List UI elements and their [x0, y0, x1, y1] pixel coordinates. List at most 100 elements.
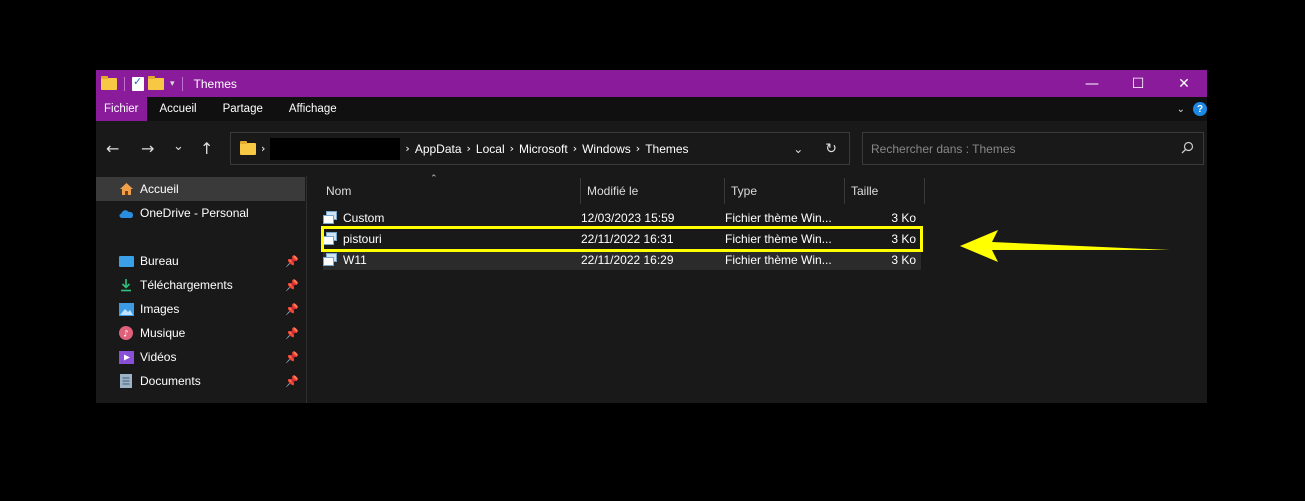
file-size: 3 Ko — [891, 252, 916, 267]
minimize-button[interactable]: — — [1069, 70, 1115, 97]
sidebar-item-label: Bureau — [140, 254, 179, 268]
refresh-icon[interactable]: ↻ — [825, 141, 837, 157]
folder-icon — [240, 140, 256, 155]
breadcrumb-windows[interactable]: Windows — [582, 142, 631, 156]
file-row-custom[interactable]: Custom 12/03/2023 15:59 Fichier thème Wi… — [323, 207, 921, 228]
expand-ribbon-icon[interactable]: ⌄ — [1177, 104, 1185, 115]
divider — [124, 76, 125, 91]
sidebar-item-videos[interactable]: Vidéos 📌 — [96, 345, 305, 369]
download-icon — [118, 278, 134, 292]
search-input[interactable] — [871, 141, 1171, 156]
sort-ascending-icon: ⌃ — [430, 174, 438, 184]
videos-icon — [118, 350, 134, 364]
pin-icon[interactable]: 📌 — [285, 279, 299, 292]
column-header-name[interactable]: Nom — [326, 176, 351, 205]
sidebar-item-documents[interactable]: Documents 📌 — [96, 369, 305, 393]
title-bar: ▾ Themes — ☐ ✕ — [96, 70, 1207, 97]
maximize-button[interactable]: ☐ — [1115, 70, 1161, 97]
ribbon-tabs: Fichier Accueil Partage Affichage ⌄ ? — [96, 97, 1207, 121]
up-button[interactable]: ↑ — [200, 139, 213, 158]
folder-icon — [101, 75, 117, 90]
navigation-bar: ← → ⌄ ↑ › › AppData › Local › Microsoft … — [96, 121, 1207, 176]
sidebar-item-label: Images — [140, 302, 180, 316]
address-dropdown-icon[interactable]: ⌄ — [793, 142, 803, 156]
tab-partage[interactable]: Partage — [210, 97, 276, 121]
breadcrumb-separator: › — [466, 142, 471, 155]
column-header-size[interactable]: Taille — [851, 176, 878, 205]
search-icon[interactable] — [1181, 141, 1194, 154]
redacted-path — [270, 137, 401, 160]
column-divider[interactable] — [580, 178, 581, 204]
breadcrumb-appdata[interactable]: AppData — [415, 142, 462, 156]
cloud-icon — [118, 206, 134, 220]
sidebar-item-label: Téléchargements — [140, 278, 233, 292]
file-name: W11 — [343, 252, 367, 267]
file-type: Fichier thème Win... — [725, 210, 832, 225]
sidebar-item-musique[interactable]: ♪ Musique 📌 — [96, 321, 305, 345]
desktop-icon — [118, 254, 134, 268]
new-folder-icon[interactable] — [148, 75, 164, 90]
help-icon[interactable]: ? — [1193, 102, 1207, 116]
file-row-w11[interactable]: W11 22/11/2022 16:29 Fichier thème Win..… — [323, 249, 921, 270]
svg-text:♪: ♪ — [123, 330, 129, 340]
pin-icon[interactable]: 📌 — [285, 303, 299, 316]
highlight-box — [321, 226, 923, 252]
pin-icon[interactable]: 📌 — [285, 255, 299, 268]
properties-icon[interactable] — [132, 75, 144, 91]
file-name-cell: W11 — [323, 249, 367, 270]
column-header-modified[interactable]: Modifié le — [587, 176, 638, 205]
navigation-pane: Accueil OneDrive - Personal Bureau 📌 Tél… — [96, 176, 307, 403]
column-divider[interactable] — [924, 178, 925, 204]
tab-accueil[interactable]: Accueil — [147, 97, 210, 121]
pin-icon[interactable]: 📌 — [285, 375, 299, 388]
close-button[interactable]: ✕ — [1161, 70, 1207, 97]
address-bar[interactable]: › › AppData › Local › Microsoft › Window… — [230, 132, 850, 165]
sidebar-item-bureau[interactable]: Bureau 📌 — [96, 249, 305, 273]
breadcrumb-themes[interactable]: Themes — [645, 142, 688, 156]
sidebar-item-images[interactable]: Images 📌 — [96, 297, 305, 321]
forward-button[interactable]: → — [141, 139, 154, 158]
file-name: Custom — [343, 210, 385, 225]
theme-file-icon — [323, 253, 337, 266]
breadcrumb-separator: › — [405, 142, 410, 155]
search-box[interactable] — [862, 132, 1204, 165]
sidebar-item-label: Accueil — [140, 182, 179, 196]
column-divider[interactable] — [724, 178, 725, 204]
file-size: 3 Ko — [891, 210, 916, 225]
home-icon — [118, 182, 134, 196]
sidebar-item-accueil[interactable]: Accueil — [96, 177, 305, 201]
sidebar-item-telechargements[interactable]: Téléchargements 📌 — [96, 273, 305, 297]
file-type: Fichier thème Win... — [725, 252, 832, 267]
sidebar-item-label: Musique — [140, 326, 186, 340]
file-modified: 22/11/2022 16:29 — [581, 252, 674, 267]
sidebar-item-label: Vidéos — [140, 350, 177, 364]
column-header-type[interactable]: Type — [731, 176, 757, 205]
sidebar-item-onedrive[interactable]: OneDrive - Personal — [96, 201, 305, 225]
file-modified: 12/03/2023 15:59 — [581, 210, 675, 225]
images-icon — [118, 302, 134, 316]
tab-affichage[interactable]: Affichage — [276, 97, 350, 121]
breadcrumb-microsoft[interactable]: Microsoft — [519, 142, 568, 156]
column-divider[interactable] — [844, 178, 845, 204]
tab-fichier[interactable]: Fichier — [96, 97, 147, 121]
file-list: ⌃ Nom Modifié le Type Taille Custom 12/0… — [308, 174, 1207, 403]
documents-icon — [118, 374, 134, 388]
breadcrumb-separator: › — [635, 142, 641, 155]
pin-icon[interactable]: 📌 — [285, 327, 299, 340]
recent-locations-button[interactable]: ⌄ — [173, 139, 184, 154]
pin-icon[interactable]: 📌 — [285, 351, 299, 364]
back-button[interactable]: ← — [106, 139, 119, 158]
annotation-arrow-icon — [960, 230, 1170, 262]
quick-access-dropdown-icon[interactable]: ▾ — [170, 79, 175, 89]
music-icon: ♪ — [118, 326, 134, 340]
breadcrumb-separator: › — [509, 142, 515, 155]
sidebar-item-label: Documents — [140, 374, 201, 388]
window-title: Themes — [193, 76, 237, 91]
divider — [181, 76, 183, 91]
theme-file-icon — [323, 211, 337, 224]
sidebar-item-label: OneDrive - Personal — [140, 206, 249, 220]
file-name-cell: Custom — [323, 207, 384, 228]
breadcrumb-local[interactable]: Local — [476, 142, 505, 156]
breadcrumb-separator: › — [261, 142, 266, 155]
breadcrumb-separator: › — [572, 142, 578, 155]
